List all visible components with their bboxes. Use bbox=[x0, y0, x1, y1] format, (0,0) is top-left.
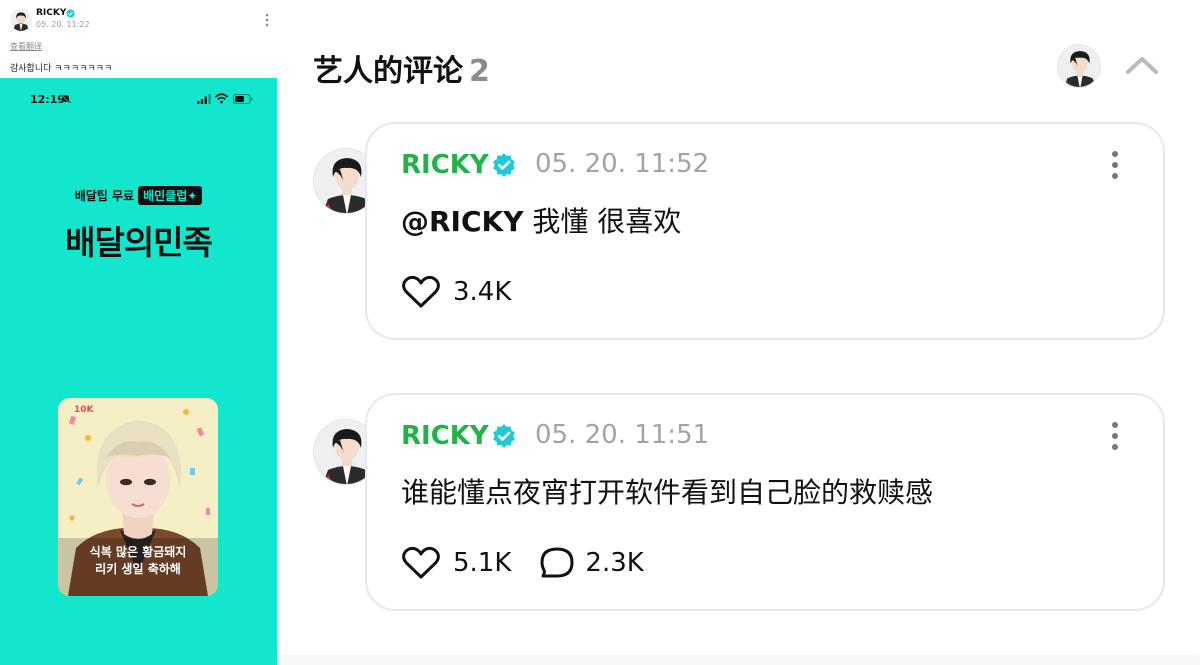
more-options-icon[interactable] bbox=[262, 12, 272, 28]
heart-icon[interactable] bbox=[401, 546, 441, 580]
heart-icon[interactable] bbox=[401, 275, 441, 309]
attached-screenshot[interactable]: 12:19 배달팁 무료 배민클럽✦ 배달의민족 10K 식복 많은 황금돼지 … bbox=[0, 78, 277, 665]
app-logo-text: 배달의민족 bbox=[65, 223, 213, 262]
comment-count: 2 bbox=[469, 54, 490, 89]
promo-badge: 배민클럽✦ bbox=[138, 186, 203, 205]
chevron-up-icon[interactable] bbox=[1125, 54, 1159, 76]
post-author[interactable]: RICKY bbox=[36, 8, 66, 18]
comment-body: 我懂 很喜欢 bbox=[523, 205, 682, 238]
comment-timestamp: 05. 20. 11:52 bbox=[535, 149, 710, 179]
promo-text: 배달팁 무료 bbox=[74, 189, 135, 203]
comment-timestamp: 05. 20. 11:51 bbox=[535, 420, 710, 450]
comment-author[interactable]: RICKY bbox=[401, 150, 489, 180]
comment-item: RICKY 05. 20. 11:52 @RICKY 我懂 很喜欢 3.4K bbox=[313, 122, 1167, 342]
verified-icon bbox=[66, 9, 75, 18]
verified-icon bbox=[493, 424, 515, 448]
more-options-icon[interactable] bbox=[1111, 150, 1119, 180]
comment-bubble: RICKY 05. 20. 11:51 谁能懂点夜宵打开软件看到自己脸的救赎感 … bbox=[365, 393, 1165, 611]
section-title-text: 艺人的评论 bbox=[313, 54, 463, 89]
reply-count: 2.3K bbox=[585, 548, 644, 578]
post-text: 감사합니다 ㅋㅋㅋㅋㅋㅋㅋ bbox=[10, 64, 113, 74]
comment-author[interactable]: RICKY bbox=[401, 421, 489, 451]
caption-line-1: 식복 많은 황금돼지 bbox=[89, 545, 187, 559]
artist-comments-panel: 艺人的评论 2 RICKY 05. 20. 11:52 @RICKY 我懂 很喜… bbox=[277, 0, 1200, 665]
comment-text: @RICKY 我懂 很喜欢 bbox=[401, 200, 681, 240]
view-translation-link[interactable]: 查看翻译 bbox=[10, 41, 42, 52]
avatar[interactable] bbox=[10, 9, 32, 31]
comment-bubble: RICKY 05. 20. 11:52 @RICKY 我懂 很喜欢 3.4K bbox=[365, 122, 1165, 340]
wifi-icon bbox=[215, 93, 228, 104]
card-caption: 식복 많은 황금돼지 리키 생일 축하해 bbox=[58, 544, 218, 578]
muted-bell-icon bbox=[61, 94, 71, 104]
svg-text:10K: 10K bbox=[74, 405, 95, 415]
original-post: RICKY 05. 20. 11:22 查看翻译 감사합니다 ㅋㅋㅋㅋㅋㅋㅋ 1… bbox=[0, 0, 277, 665]
like-count: 3.4K bbox=[453, 277, 512, 307]
reply-bubble-icon[interactable] bbox=[539, 546, 575, 580]
battery-icon bbox=[233, 94, 253, 104]
comment-actions: 3.4K bbox=[401, 274, 511, 310]
post-header: RICKY 05. 20. 11:22 bbox=[10, 8, 272, 34]
artist-avatar[interactable] bbox=[1057, 44, 1101, 88]
birthday-card: 10K 식복 많은 황금돼지 리키 생일 축하해 bbox=[58, 398, 218, 596]
post-timestamp: 05. 20. 11:22 bbox=[36, 20, 90, 29]
promo-banner: 배달팁 무료 배민클럽✦ bbox=[0, 185, 277, 205]
comment-item: RICKY 05. 20. 11:51 谁能懂点夜宵打开软件看到自己脸的救赎感 … bbox=[313, 393, 1167, 613]
like-count: 5.1K bbox=[453, 548, 512, 578]
comment-text: 谁能懂点夜宵打开软件看到自己脸的救赎感 bbox=[401, 476, 934, 509]
caption-line-2: 리키 생일 축하해 bbox=[95, 562, 181, 576]
status-bar-time: 12:19 bbox=[30, 93, 66, 106]
verified-icon bbox=[493, 153, 515, 177]
more-options-icon[interactable] bbox=[1111, 421, 1119, 451]
mention[interactable]: @RICKY bbox=[401, 205, 524, 238]
comment-actions: 5.1K 2.3K bbox=[401, 545, 644, 581]
signal-icon bbox=[197, 94, 211, 104]
section-title: 艺人的评论 2 bbox=[313, 46, 490, 90]
